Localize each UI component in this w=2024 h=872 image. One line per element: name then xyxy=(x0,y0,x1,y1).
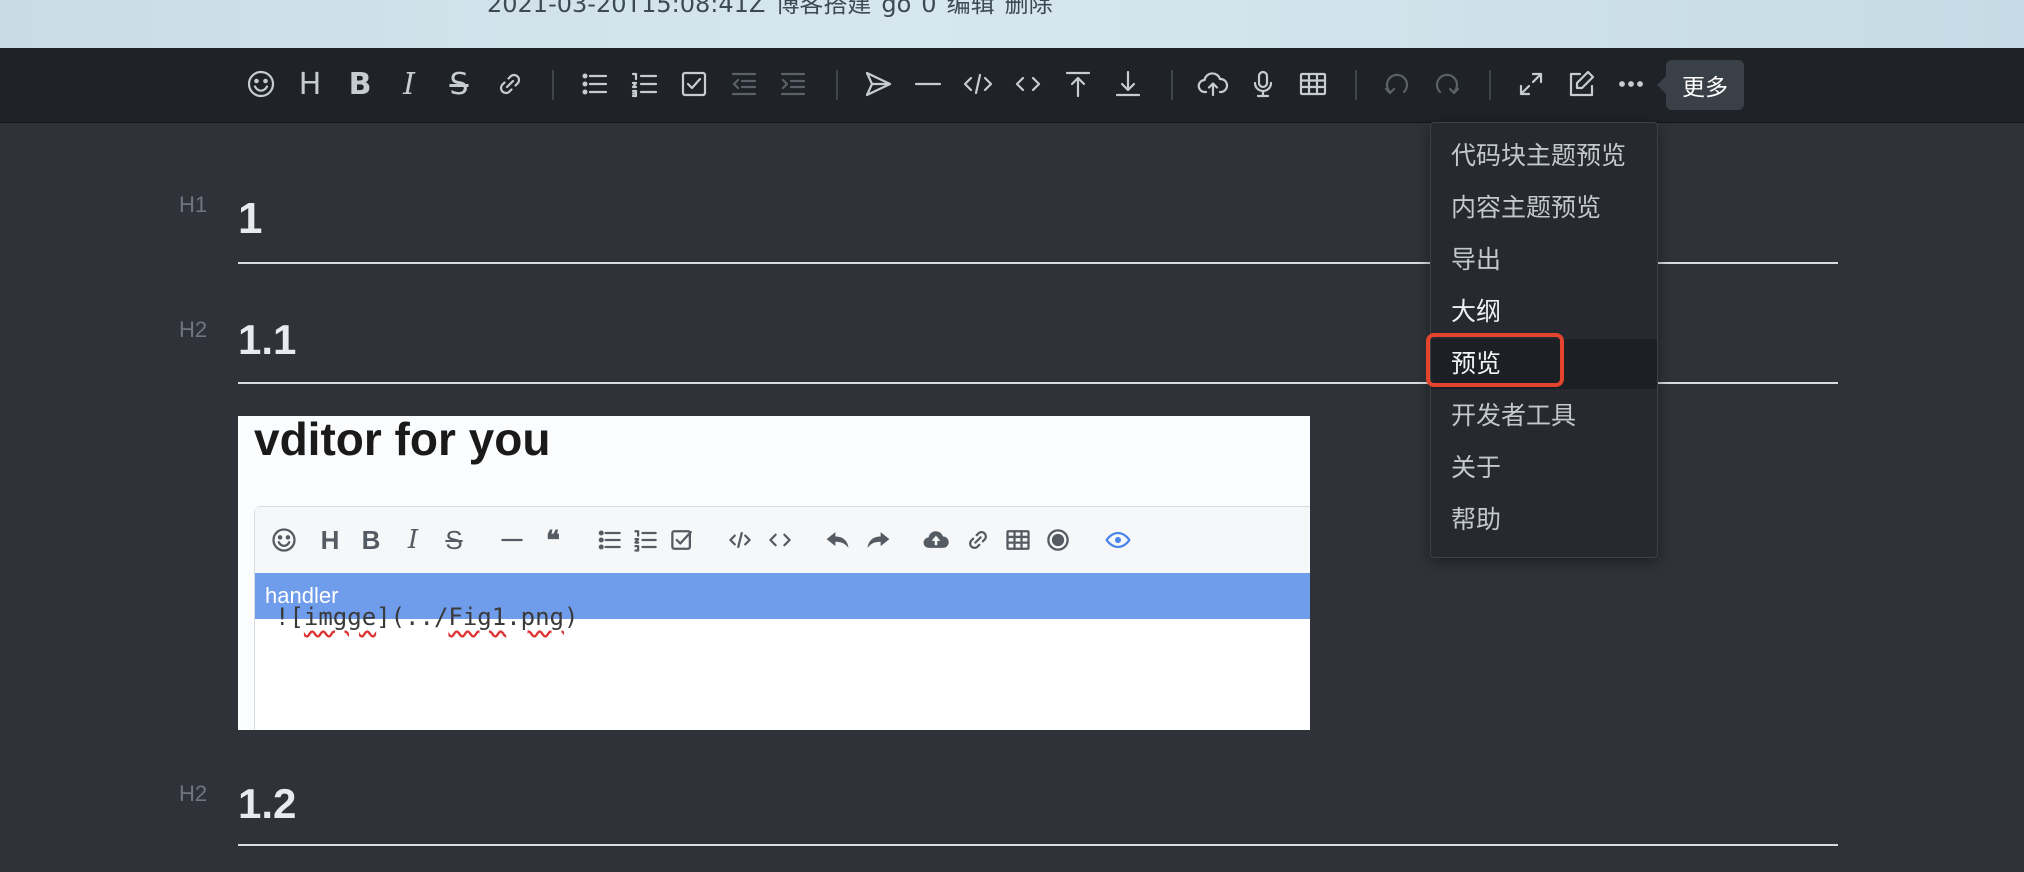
heading-underline xyxy=(238,844,1838,846)
strike-icon[interactable]: S xyxy=(441,66,477,102)
code-icon xyxy=(723,523,757,557)
menu-item-outline[interactable]: 大纲 xyxy=(1431,287,1657,337)
table-icon[interactable] xyxy=(1295,66,1331,102)
embedded-title: vditor for you xyxy=(254,416,551,465)
heading-h1[interactable]: 1 xyxy=(238,194,262,244)
bold-icon[interactable]: B xyxy=(342,66,378,102)
upload-icon xyxy=(919,523,953,557)
inline-code-icon xyxy=(763,523,797,557)
redo-icon xyxy=(861,523,895,557)
line-icon xyxy=(495,523,529,557)
undo-icon[interactable] xyxy=(1379,66,1415,102)
post-date: 2021-03-20T15:08:41Z xyxy=(487,0,766,18)
post-prefix: go xyxy=(881,0,912,18)
post-meta: 2021-03-20T15:08:41Z 博客搭建 go 0 编辑 删除 xyxy=(487,0,1063,19)
menu-item-devtools[interactable]: 开发者工具 xyxy=(1431,391,1657,441)
emoji-icon[interactable] xyxy=(243,66,279,102)
image-markdown-part: ) xyxy=(564,603,579,631)
heading-level-label: H2 xyxy=(179,781,208,806)
menu-item-export[interactable]: 导出 xyxy=(1431,235,1657,285)
italic-icon: I xyxy=(407,525,419,555)
table-icon xyxy=(1001,523,1035,557)
record-icon[interactable] xyxy=(1245,66,1281,102)
embedded-editor: H B I S ❝ handler ![imgge](../Fig1.png) xyxy=(254,506,1310,730)
headings-icon[interactable]: H xyxy=(292,66,328,102)
menu-item-help[interactable]: 帮助 xyxy=(1431,495,1657,545)
ordered-list-icon[interactable] xyxy=(627,66,663,102)
quote-icon[interactable] xyxy=(860,66,896,102)
image-markdown-part: ](../ xyxy=(376,603,449,631)
toolbar-divider xyxy=(836,70,838,100)
image-markdown-part: png xyxy=(520,603,565,631)
outdent-icon[interactable] xyxy=(726,66,762,102)
check-icon[interactable] xyxy=(676,66,712,102)
insert-before-icon[interactable] xyxy=(1060,66,1096,102)
preview-icon xyxy=(1101,523,1135,557)
post-count: 0 xyxy=(921,0,937,18)
upload-icon[interactable] xyxy=(1195,66,1231,102)
post-category[interactable]: 博客搭建 xyxy=(775,0,871,18)
menu-item-about[interactable]: 关于 xyxy=(1431,443,1657,493)
image-markdown-part: imgge xyxy=(303,603,377,631)
line-icon[interactable] xyxy=(910,66,946,102)
toolbar-divider xyxy=(552,70,554,100)
indent-icon[interactable] xyxy=(775,66,811,102)
image-markdown-part: . xyxy=(506,603,521,631)
emoji-icon xyxy=(267,523,301,557)
menu-item-content-theme[interactable]: 内容主题预览 xyxy=(1431,183,1657,233)
toolbar-divider xyxy=(1355,70,1357,100)
more-tooltip: 更多 xyxy=(1657,60,1744,110)
link-icon xyxy=(961,523,995,557)
heading-h2[interactable]: 1.2 xyxy=(238,780,296,828)
post-header: 2021-03-20T15:08:41Z 博客搭建 go 0 编辑 删除 xyxy=(0,0,2024,48)
embedded-toolbar: H B I S ❝ xyxy=(255,507,1310,573)
image-markdown: ![imgge](../Fig1.png) xyxy=(275,603,578,631)
link-icon[interactable] xyxy=(492,66,528,102)
list-icon[interactable] xyxy=(577,66,613,102)
ordered-list-icon xyxy=(629,523,663,557)
highlight-annotation xyxy=(1426,333,1564,387)
heading-level-label: H1 xyxy=(179,192,208,217)
fullscreen-icon[interactable] xyxy=(1513,66,1549,102)
record-icon xyxy=(1041,523,1075,557)
italic-icon[interactable]: I xyxy=(391,66,427,102)
toolbar-divider xyxy=(1489,70,1491,100)
insert-after-icon[interactable] xyxy=(1110,66,1146,102)
delete-link[interactable]: 删除 xyxy=(1005,0,1053,18)
redo-icon[interactable] xyxy=(1429,66,1465,102)
quote-icon: ❝ xyxy=(546,524,560,555)
menu-item-code-theme[interactable]: 代码块主题预览 xyxy=(1431,131,1657,181)
heading-h2[interactable]: 1.1 xyxy=(238,316,296,364)
more-icon[interactable] xyxy=(1613,66,1649,102)
check-icon xyxy=(665,523,699,557)
code-icon[interactable] xyxy=(960,66,996,102)
bold-icon: B xyxy=(361,524,381,555)
inline-code-icon[interactable] xyxy=(1010,66,1046,102)
edit-link[interactable]: 编辑 xyxy=(947,0,995,18)
edit-mode-icon[interactable] xyxy=(1563,66,1599,102)
headings-icon: H xyxy=(320,524,340,555)
image-markdown-part: ![ xyxy=(275,603,304,631)
image-markdown-part: Fig1 xyxy=(448,603,507,631)
undo-icon xyxy=(821,523,855,557)
list-icon xyxy=(593,523,627,557)
toolbar-divider xyxy=(1171,70,1173,100)
embedded-image[interactable]: vditor for you H B I S ❝ handler ![imgge… xyxy=(238,416,1310,730)
heading-level-label: H2 xyxy=(179,317,208,342)
strike-icon: S xyxy=(445,524,463,555)
